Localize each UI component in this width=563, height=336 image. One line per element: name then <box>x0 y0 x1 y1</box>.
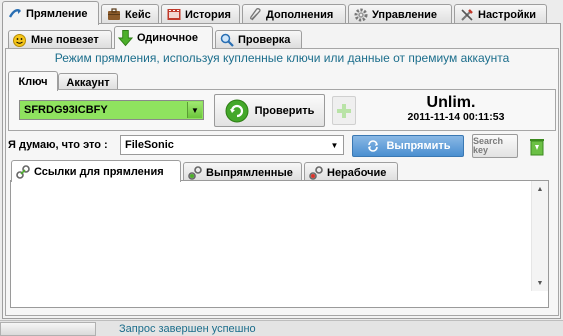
tab-label: Выпрямленные <box>206 166 293 179</box>
tab-label: Дополнения <box>266 8 334 21</box>
tab-label: Управление <box>372 8 438 21</box>
main-tab-bar: Прямление Кейс История Дополнения Управл… <box>0 0 563 25</box>
briefcase-icon <box>106 7 121 22</box>
tab-label: Ключ <box>18 75 48 88</box>
check-button-label: Проверить <box>254 104 315 117</box>
history-icon <box>166 7 181 22</box>
paperclip-icon <box>247 7 262 22</box>
tab-history[interactable]: История <box>161 4 240 24</box>
tab-feeling-lucky[interactable]: Мне повезет <box>8 30 112 49</box>
tab-label: Мне повезет <box>31 34 99 46</box>
cycle-arrows-icon <box>365 139 380 154</box>
plus-icon <box>335 102 353 120</box>
chevron-down-icon[interactable]: ▼ <box>187 102 202 118</box>
smiley-icon <box>12 33 27 48</box>
magnifier-icon <box>219 33 234 48</box>
links-broken-icon <box>308 165 323 180</box>
vertical-scrollbar[interactable]: ▲ ▼ <box>531 181 548 291</box>
host-value: FileSonic <box>125 139 174 151</box>
search-key-label: Search key <box>473 136 504 155</box>
straighten-button-label: Выпрямить <box>386 140 451 152</box>
key-combo[interactable]: SFRDG93ICBFY ▼ <box>19 100 204 120</box>
tab-single[interactable]: Одиночное <box>114 26 213 49</box>
tab-label: Кейс <box>125 8 151 21</box>
tab-unrestricted[interactable]: Выпрямленные <box>183 162 302 182</box>
scroll-up-icon[interactable]: ▲ <box>532 181 548 197</box>
straighten-button[interactable]: Выпрямить <box>352 135 464 157</box>
tab-key[interactable]: Ключ <box>8 71 58 91</box>
host-label: Я думаю, что это : <box>8 139 108 151</box>
green-arrow-down-icon <box>118 30 133 47</box>
tab-label: Проверка <box>238 34 291 46</box>
tab-case[interactable]: Кейс <box>101 4 159 24</box>
mode-description: Режим прямления, используя купленные клю… <box>54 51 510 65</box>
tab-label: Аккаунт <box>66 76 110 89</box>
unrestrict-icon <box>7 6 22 21</box>
add-key-button[interactable] <box>332 96 356 125</box>
tab-label: История <box>185 8 231 21</box>
expiry-date: 2011-11-14 00:11:53 <box>407 111 505 123</box>
tab-addons[interactable]: Дополнения <box>242 4 346 24</box>
check-button[interactable]: Проверить <box>214 94 325 127</box>
tab-broken[interactable]: Нерабочие <box>304 162 398 182</box>
links-textarea[interactable]: ▲ ▼ <box>10 180 549 308</box>
tab-unrestrict[interactable]: Прямление <box>2 1 99 25</box>
chevron-down-icon[interactable]: ▼ <box>327 137 342 153</box>
status-text: Запрос завершен успешно <box>119 323 256 335</box>
account-status: Unlim. <box>426 94 476 111</box>
search-key-button[interactable]: Search key <box>472 134 518 158</box>
recycle-bin-icon[interactable] <box>528 136 546 156</box>
tab-label: Ссылки для прямления <box>34 165 164 178</box>
tab-links-to-unrestrict[interactable]: Ссылки для прямления <box>11 160 181 182</box>
refresh-icon <box>225 99 249 123</box>
tab-settings[interactable]: Настройки <box>454 4 547 24</box>
gear-icon <box>353 7 368 22</box>
tab-label: Прямление <box>26 7 88 20</box>
scroll-down-icon[interactable]: ▼ <box>532 275 548 291</box>
links-ok-icon <box>187 165 202 180</box>
tools-icon <box>459 7 474 22</box>
status-bar: Запрос завершен успешно <box>0 320 563 336</box>
tab-label: Одиночное <box>137 32 198 44</box>
host-combo[interactable]: FileSonic ▼ <box>120 135 344 155</box>
progress-bar <box>0 322 96 336</box>
links-icon <box>15 164 30 179</box>
key-value: SFRDG93ICBFY <box>24 104 108 116</box>
tab-label: Нерабочие <box>327 166 387 179</box>
tab-check[interactable]: Проверка <box>215 30 302 49</box>
tab-management[interactable]: Управление <box>348 4 452 24</box>
tab-label: Настройки <box>478 8 537 21</box>
